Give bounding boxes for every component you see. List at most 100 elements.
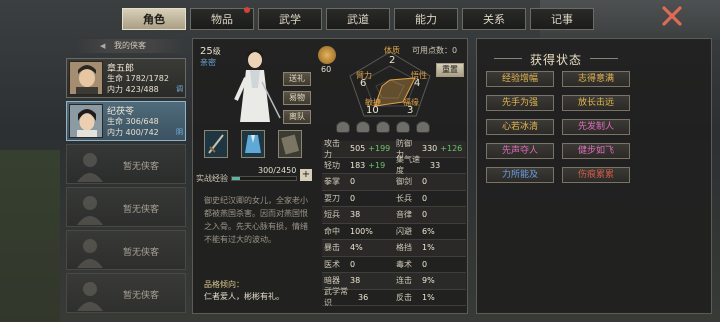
stat-label: 音律 [396,210,412,220]
stat-value: 100% [350,226,373,236]
stat-value: 0 [422,177,428,187]
stat-value: 0 [422,259,428,269]
buff-tag[interactable]: 先声夺人 [486,143,554,159]
hero-card-1[interactable]: 章五郎 生命 1782/1782 内力 423/488 调 [66,58,186,98]
stat-cell: 攻击力 505 +199 [322,139,394,159]
stat-value: 1% [422,292,435,302]
stat-cell: 拳掌 0 [322,174,394,190]
stat-label: 集气速度 [396,155,420,176]
stat-label: 闪避 [396,226,412,236]
stat-value: 0 [422,210,428,220]
stat-value: 38 [350,210,361,220]
hero-list-title: ◀ 我的侠客 [74,39,186,53]
gem-slot[interactable] [356,121,370,133]
stat-cell: 轻功 183 +19 [322,158,394,174]
equip-slot-weapon[interactable] [204,130,228,158]
leave-party-button[interactable]: 离队 [283,110,311,124]
empty-hero-slot[interactable]: 暂无侠客 [66,187,186,227]
tab-martial-arts[interactable]: 武学 [258,8,322,30]
empty-hero-slot[interactable]: 暂无侠客 [66,144,186,184]
equip-slot-armor[interactable] [241,130,265,158]
tab-relations[interactable]: 关系 [462,8,526,30]
gem-slot[interactable] [396,121,410,133]
book-icon [281,134,300,155]
stat-label: 反击 [396,292,412,302]
stat-row: 轻功 183 +19 集气速度 33 [322,155,466,175]
stat-cell: 连击 9% [394,273,466,289]
buff-tag[interactable]: 经验增幅 [486,71,554,87]
reset-button[interactable]: 重置 [436,63,464,77]
equip-slot-accessory[interactable] [278,130,302,158]
hero-hp: 生命 1782/1782 [107,74,169,83]
empty-slot-label: 暂无侠客 [123,291,160,301]
close-icon[interactable] [660,4,684,28]
stat-cell: 耍刀 0 [322,191,394,207]
buff-tag[interactable]: 心若冰清 [486,119,554,135]
stat-cell: 御剑 0 [394,174,466,190]
buff-tag[interactable]: 志得意满 [562,71,630,87]
tab-abilities[interactable]: 能力 [394,8,458,30]
tab-journal[interactable]: 记事 [530,8,594,30]
stat-label: 毒术 [396,259,412,269]
stat-cell: 医术 0 [322,257,394,273]
stat-cell: 命中 100% [322,224,394,240]
stat-value: 1% [422,243,435,253]
tab-items[interactable]: 物品 [190,7,254,30]
silhouette-icon [77,239,103,268]
stat-cell: 短兵 38 [322,207,394,223]
stat-value: 183 [350,160,366,170]
notification-dot [244,7,250,13]
stat-value: 33 [430,160,441,170]
tab-character[interactable]: 角色 [122,8,186,30]
buff-tag[interactable]: 力所能及 [486,167,554,183]
tab-martial-way[interactable]: 武道 [326,8,390,30]
stat-value: 330 [422,144,438,154]
attr-value-insight: 4 [414,78,421,89]
robe-icon [245,135,261,153]
buff-tag[interactable]: 伤痕累累 [562,167,630,183]
collapse-arrow-icon[interactable]: ◀ [100,39,105,53]
silhouette-icon [77,196,103,225]
stat-value: 505 [350,144,366,154]
stat-label: 拳掌 [324,177,340,187]
stat-label: 武学常识 [324,287,348,308]
stat-cell: 反击 1% [394,290,466,306]
stat-bonus: +126 [440,144,463,154]
empty-hero-slot[interactable]: 暂无侠客 [66,230,186,270]
hero-portrait [69,104,103,138]
stat-row: 医术 0 毒术 0 [322,257,466,273]
empty-slot-label: 暂无侠客 [123,205,160,215]
exp-value: 300/2450 [258,166,297,175]
stat-label: 耍刀 [324,193,340,203]
hero-card-2[interactable]: 纪茯苓 生命 306/648 内力 400/742 阴 [66,101,186,141]
status-panel-title: 获得状态 [476,51,636,68]
exp-bar-fill [232,177,240,180]
silhouette-icon [77,282,103,311]
gem-slot[interactable] [336,121,350,133]
stat-value: 6% [422,226,435,236]
empty-slot-label: 暂无侠客 [123,162,160,172]
buff-tag[interactable]: 先手为强 [486,95,554,111]
gem-slot[interactable] [416,121,430,133]
hero-list-title-text: 我的侠客 [114,41,146,50]
stat-label: 暗器 [324,276,340,286]
level-number: 25 [200,46,213,57]
trade-button[interactable]: 易物 [283,91,311,105]
hero-portrait [69,61,103,95]
stat-row: 武学常识 36 反击 1% [322,287,466,307]
stat-label: 医术 [324,259,340,269]
stat-value: 4% [350,243,363,253]
buff-tag[interactable]: 放长击远 [562,95,630,111]
empty-hero-slot[interactable]: 暂无侠客 [66,273,186,313]
buff-tag[interactable]: 先发制人 [562,119,630,135]
add-exp-button[interactable]: + [300,169,312,181]
medal-icon [318,46,336,64]
gift-button[interactable]: 送礼 [283,72,311,86]
trait-title: 品格倾向： [204,280,244,289]
gem-slot[interactable] [376,121,390,133]
stat-cell: 闪避 6% [394,224,466,240]
silhouette-icon [77,153,103,182]
character-level: 25级 [200,46,221,57]
buff-tag[interactable]: 健步如飞 [562,143,630,159]
stat-value: 9% [422,276,435,286]
